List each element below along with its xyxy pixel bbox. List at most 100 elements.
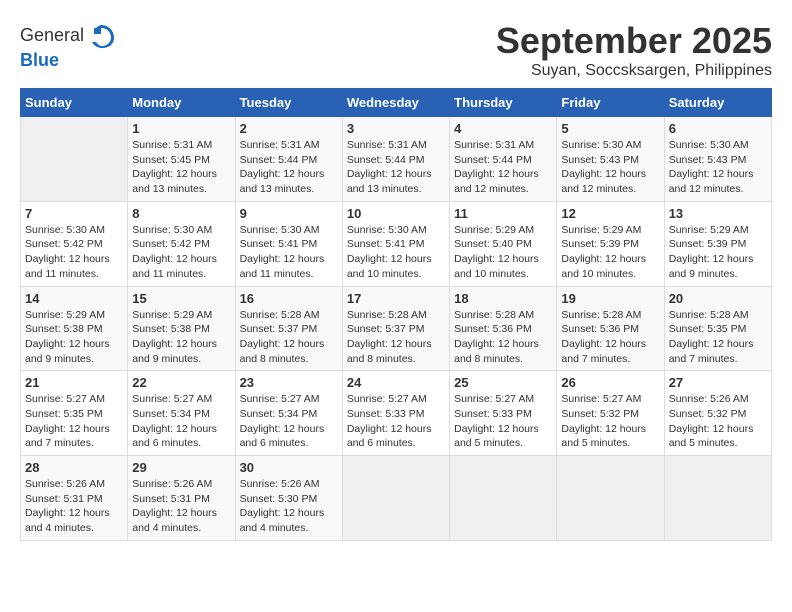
calendar-cell: 8 Sunrise: 5:30 AM Sunset: 5:42 PM Daylig… bbox=[128, 201, 235, 286]
day-number: 6 bbox=[669, 121, 767, 136]
calendar-cell: 9 Sunrise: 5:30 AM Sunset: 5:41 PM Daylig… bbox=[235, 201, 342, 286]
days-header-row: SundayMondayTuesdayWednesdayThursdayFrid… bbox=[21, 89, 772, 117]
day-info: Sunrise: 5:27 AM Sunset: 5:34 PM Dayligh… bbox=[240, 392, 338, 451]
calendar-cell: 23 Sunrise: 5:27 AM Sunset: 5:34 PM Dayli… bbox=[235, 371, 342, 456]
day-info: Sunrise: 5:29 AM Sunset: 5:38 PM Dayligh… bbox=[132, 308, 230, 367]
logo-general-text: General bbox=[20, 25, 84, 46]
day-info: Sunrise: 5:30 AM Sunset: 5:42 PM Dayligh… bbox=[132, 223, 230, 282]
day-number: 15 bbox=[132, 291, 230, 306]
calendar-cell: 15 Sunrise: 5:29 AM Sunset: 5:38 PM Dayli… bbox=[128, 286, 235, 371]
day-number: 9 bbox=[240, 206, 338, 221]
calendar-cell: 11Sunrise: 5:29 AM Sunset: 5:40 PM Dayli… bbox=[450, 201, 557, 286]
calendar-cell bbox=[21, 117, 128, 202]
main-title: September 2025 bbox=[496, 20, 772, 62]
calendar-cell: 10 Sunrise: 5:30 AM Sunset: 5:41 PM Dayli… bbox=[342, 201, 449, 286]
day-number: 16 bbox=[240, 291, 338, 306]
day-info: Sunrise: 5:26 AM Sunset: 5:32 PM Dayligh… bbox=[669, 392, 767, 451]
day-header-monday: Monday bbox=[128, 89, 235, 117]
day-header-sunday: Sunday bbox=[21, 89, 128, 117]
calendar-cell: 13 Sunrise: 5:29 AM Sunset: 5:39 PM Dayli… bbox=[664, 201, 771, 286]
day-info: Sunrise: 5:31 AM Sunset: 5:44 PM Dayligh… bbox=[347, 138, 445, 197]
day-info: Sunrise: 5:27 AM Sunset: 5:33 PM Dayligh… bbox=[347, 392, 445, 451]
day-info: Sunrise: 5:30 AM Sunset: 5:41 PM Dayligh… bbox=[347, 223, 445, 282]
day-info: Sunrise: 5:27 AM Sunset: 5:32 PM Dayligh… bbox=[561, 392, 659, 451]
day-info: Sunrise: 5:29 AM Sunset: 5:39 PM Dayligh… bbox=[669, 223, 767, 282]
day-header-thursday: Thursday bbox=[450, 89, 557, 117]
day-number: 27 bbox=[669, 375, 767, 390]
week-row-1: 1 Sunrise: 5:31 AM Sunset: 5:45 PM Daylig… bbox=[21, 117, 772, 202]
day-number: 1 bbox=[132, 121, 230, 136]
calendar-cell bbox=[557, 456, 664, 541]
day-header-friday: Friday bbox=[557, 89, 664, 117]
calendar-cell: 12Sunrise: 5:29 AM Sunset: 5:39 PM Dayli… bbox=[557, 201, 664, 286]
day-number: 23 bbox=[240, 375, 338, 390]
calendar-cell: 26 Sunrise: 5:27 AM Sunset: 5:32 PM Dayli… bbox=[557, 371, 664, 456]
day-number: 7 bbox=[25, 206, 123, 221]
calendar-cell: 29 Sunrise: 5:26 AM Sunset: 5:31 PM Dayli… bbox=[128, 456, 235, 541]
calendar-cell: 21Sunrise: 5:27 AM Sunset: 5:35 PM Dayli… bbox=[21, 371, 128, 456]
day-number: 28 bbox=[25, 460, 123, 475]
day-number: 22 bbox=[132, 375, 230, 390]
day-info: Sunrise: 5:30 AM Sunset: 5:41 PM Dayligh… bbox=[240, 223, 338, 282]
day-info: Sunrise: 5:27 AM Sunset: 5:34 PM Dayligh… bbox=[132, 392, 230, 451]
subtitle: Suyan, Soccsksargen, Philippines bbox=[496, 62, 772, 80]
calendar-cell: 18Sunrise: 5:28 AM Sunset: 5:36 PM Dayli… bbox=[450, 286, 557, 371]
week-row-5: 28 Sunrise: 5:26 AM Sunset: 5:31 PM Dayli… bbox=[21, 456, 772, 541]
logo: General Blue bbox=[20, 20, 116, 71]
day-number: 21 bbox=[25, 375, 123, 390]
day-number: 17 bbox=[347, 291, 445, 306]
calendar-cell: 7 Sunrise: 5:30 AM Sunset: 5:42 PM Daylig… bbox=[21, 201, 128, 286]
day-header-wednesday: Wednesday bbox=[342, 89, 449, 117]
day-info: Sunrise: 5:26 AM Sunset: 5:31 PM Dayligh… bbox=[25, 477, 123, 536]
week-row-2: 7 Sunrise: 5:30 AM Sunset: 5:42 PM Daylig… bbox=[21, 201, 772, 286]
day-info: Sunrise: 5:29 AM Sunset: 5:38 PM Dayligh… bbox=[25, 308, 123, 367]
day-info: Sunrise: 5:26 AM Sunset: 5:31 PM Dayligh… bbox=[132, 477, 230, 536]
day-info: Sunrise: 5:28 AM Sunset: 5:36 PM Dayligh… bbox=[454, 308, 552, 367]
day-number: 14 bbox=[25, 291, 123, 306]
day-number: 10 bbox=[347, 206, 445, 221]
calendar-cell: 27 Sunrise: 5:26 AM Sunset: 5:32 PM Dayli… bbox=[664, 371, 771, 456]
day-info: Sunrise: 5:26 AM Sunset: 5:30 PM Dayligh… bbox=[240, 477, 338, 536]
day-info: Sunrise: 5:31 AM Sunset: 5:44 PM Dayligh… bbox=[240, 138, 338, 197]
calendar-cell bbox=[664, 456, 771, 541]
logo-icon bbox=[86, 20, 116, 50]
calendar-cell: 28 Sunrise: 5:26 AM Sunset: 5:31 PM Dayli… bbox=[21, 456, 128, 541]
calendar-cell bbox=[450, 456, 557, 541]
day-number: 13 bbox=[669, 206, 767, 221]
calendar-cell: 24 Sunrise: 5:27 AM Sunset: 5:33 PM Dayli… bbox=[342, 371, 449, 456]
week-row-4: 21Sunrise: 5:27 AM Sunset: 5:35 PM Dayli… bbox=[21, 371, 772, 456]
day-number: 24 bbox=[347, 375, 445, 390]
day-info: Sunrise: 5:27 AM Sunset: 5:33 PM Dayligh… bbox=[454, 392, 552, 451]
day-header-tuesday: Tuesday bbox=[235, 89, 342, 117]
day-number: 19 bbox=[561, 291, 659, 306]
calendar-cell: 3 Sunrise: 5:31 AM Sunset: 5:44 PM Daylig… bbox=[342, 117, 449, 202]
day-info: Sunrise: 5:29 AM Sunset: 5:40 PM Dayligh… bbox=[454, 223, 552, 282]
logo-blue-text: Blue bbox=[20, 50, 59, 70]
day-number: 3 bbox=[347, 121, 445, 136]
calendar-cell: 20Sunrise: 5:28 AM Sunset: 5:35 PM Dayli… bbox=[664, 286, 771, 371]
day-info: Sunrise: 5:28 AM Sunset: 5:37 PM Dayligh… bbox=[347, 308, 445, 367]
day-number: 2 bbox=[240, 121, 338, 136]
day-number: 12 bbox=[561, 206, 659, 221]
day-number: 26 bbox=[561, 375, 659, 390]
calendar-cell: 5 Sunrise: 5:30 AM Sunset: 5:43 PM Daylig… bbox=[557, 117, 664, 202]
day-number: 8 bbox=[132, 206, 230, 221]
day-info: Sunrise: 5:30 AM Sunset: 5:43 PM Dayligh… bbox=[669, 138, 767, 197]
day-info: Sunrise: 5:30 AM Sunset: 5:42 PM Dayligh… bbox=[25, 223, 123, 282]
title-block: September 2025 Suyan, Soccsksargen, Phil… bbox=[496, 20, 772, 80]
calendar-cell: 4Sunrise: 5:31 AM Sunset: 5:44 PM Daylig… bbox=[450, 117, 557, 202]
day-number: 5 bbox=[561, 121, 659, 136]
day-info: Sunrise: 5:30 AM Sunset: 5:43 PM Dayligh… bbox=[561, 138, 659, 197]
day-number: 29 bbox=[132, 460, 230, 475]
calendar-cell: 19Sunrise: 5:28 AM Sunset: 5:36 PM Dayli… bbox=[557, 286, 664, 371]
calendar-cell: 1 Sunrise: 5:31 AM Sunset: 5:45 PM Daylig… bbox=[128, 117, 235, 202]
page-header: General Blue September 2025 Suyan, Soccs… bbox=[20, 20, 772, 80]
calendar-cell: 16Sunrise: 5:28 AM Sunset: 5:37 PM Dayli… bbox=[235, 286, 342, 371]
calendar-cell: 14 Sunrise: 5:29 AM Sunset: 5:38 PM Dayli… bbox=[21, 286, 128, 371]
calendar-cell: 25Sunrise: 5:27 AM Sunset: 5:33 PM Dayli… bbox=[450, 371, 557, 456]
calendar-cell: 30Sunrise: 5:26 AM Sunset: 5:30 PM Dayli… bbox=[235, 456, 342, 541]
calendar-cell bbox=[342, 456, 449, 541]
day-info: Sunrise: 5:31 AM Sunset: 5:45 PM Dayligh… bbox=[132, 138, 230, 197]
day-info: Sunrise: 5:28 AM Sunset: 5:35 PM Dayligh… bbox=[669, 308, 767, 367]
day-info: Sunrise: 5:31 AM Sunset: 5:44 PM Dayligh… bbox=[454, 138, 552, 197]
